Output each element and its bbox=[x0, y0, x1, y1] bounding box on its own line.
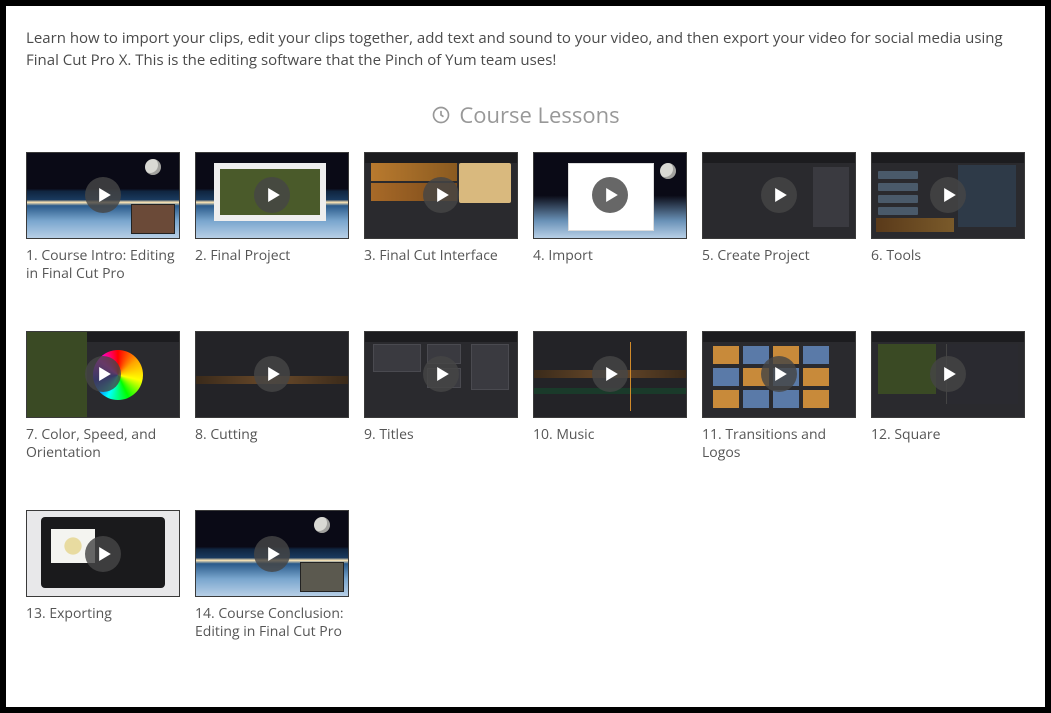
lesson-title[interactable]: 13. Exporting bbox=[26, 605, 180, 623]
lesson-title[interactable]: 9. Titles bbox=[364, 426, 518, 444]
lesson-card: 10. Music bbox=[533, 331, 687, 462]
lesson-thumbnail[interactable] bbox=[26, 152, 180, 239]
play-icon bbox=[254, 356, 290, 392]
lesson-title[interactable]: 5. Create Project bbox=[702, 247, 856, 265]
lesson-thumbnail[interactable] bbox=[195, 510, 349, 597]
play-icon bbox=[592, 177, 628, 213]
course-lessons-heading-text: Course Lessons bbox=[459, 100, 619, 130]
lesson-thumbnail[interactable] bbox=[871, 331, 1025, 418]
play-icon bbox=[930, 356, 966, 392]
lesson-card: 11. Transitions and Logos bbox=[702, 331, 856, 462]
lesson-card: 3. Final Cut Interface bbox=[364, 152, 518, 283]
lesson-title[interactable]: 8. Cutting bbox=[195, 426, 349, 444]
play-icon bbox=[423, 177, 459, 213]
lesson-title[interactable]: 3. Final Cut Interface bbox=[364, 247, 518, 265]
lesson-thumbnail[interactable] bbox=[533, 152, 687, 239]
play-icon bbox=[85, 356, 121, 392]
lesson-thumbnail[interactable] bbox=[195, 331, 349, 418]
lesson-title[interactable]: 6. Tools bbox=[871, 247, 1025, 265]
lesson-card: 2. Final Project bbox=[195, 152, 349, 283]
lesson-card: 14. Course Conclusion: Editing in Final … bbox=[195, 510, 349, 641]
lesson-title[interactable]: 14. Course Conclusion: Editing in Final … bbox=[195, 605, 349, 641]
lesson-title[interactable]: 12. Square bbox=[871, 426, 1025, 444]
play-icon bbox=[592, 356, 628, 392]
lesson-thumbnail[interactable] bbox=[364, 331, 518, 418]
lesson-thumbnail[interactable] bbox=[702, 331, 856, 418]
lesson-title[interactable]: 2. Final Project bbox=[195, 247, 349, 265]
lesson-thumbnail[interactable] bbox=[871, 152, 1025, 239]
lesson-title[interactable]: 4. Import bbox=[533, 247, 687, 265]
lesson-card: 4. Import bbox=[533, 152, 687, 283]
clock-icon bbox=[431, 105, 451, 125]
lesson-title[interactable]: 7. Color, Speed, and Orientation bbox=[26, 426, 180, 462]
course-intro-text: Learn how to import your clips, edit you… bbox=[26, 28, 1025, 72]
play-icon bbox=[761, 177, 797, 213]
lesson-title[interactable]: 1. Course Intro: Editing in Final Cut Pr… bbox=[26, 247, 180, 283]
lesson-thumbnail[interactable] bbox=[364, 152, 518, 239]
lesson-thumbnail[interactable] bbox=[702, 152, 856, 239]
play-icon bbox=[85, 177, 121, 213]
lesson-card: 12. Square bbox=[871, 331, 1025, 462]
lesson-card: 6. Tools bbox=[871, 152, 1025, 283]
lesson-card: 9. Titles bbox=[364, 331, 518, 462]
lesson-thumbnail[interactable] bbox=[26, 331, 180, 418]
lesson-card: 1. Course Intro: Editing in Final Cut Pr… bbox=[26, 152, 180, 283]
play-icon bbox=[254, 177, 290, 213]
course-page: Learn how to import your clips, edit you… bbox=[6, 6, 1045, 707]
lesson-thumbnail[interactable] bbox=[533, 331, 687, 418]
lesson-card: 8. Cutting bbox=[195, 331, 349, 462]
course-lessons-heading: Course Lessons bbox=[26, 100, 1025, 130]
play-icon bbox=[85, 536, 121, 572]
lesson-title[interactable]: 10. Music bbox=[533, 426, 687, 444]
lessons-grid: 1. Course Intro: Editing in Final Cut Pr… bbox=[26, 152, 1025, 642]
lesson-card: 13. Exporting bbox=[26, 510, 180, 641]
play-icon bbox=[423, 356, 459, 392]
lesson-thumbnail[interactable] bbox=[26, 510, 180, 597]
lesson-card: 7. Color, Speed, and Orientation bbox=[26, 331, 180, 462]
lesson-title[interactable]: 11. Transitions and Logos bbox=[702, 426, 856, 462]
play-icon bbox=[930, 177, 966, 213]
lesson-card: 5. Create Project bbox=[702, 152, 856, 283]
play-icon bbox=[761, 356, 797, 392]
play-icon bbox=[254, 536, 290, 572]
lesson-thumbnail[interactable] bbox=[195, 152, 349, 239]
